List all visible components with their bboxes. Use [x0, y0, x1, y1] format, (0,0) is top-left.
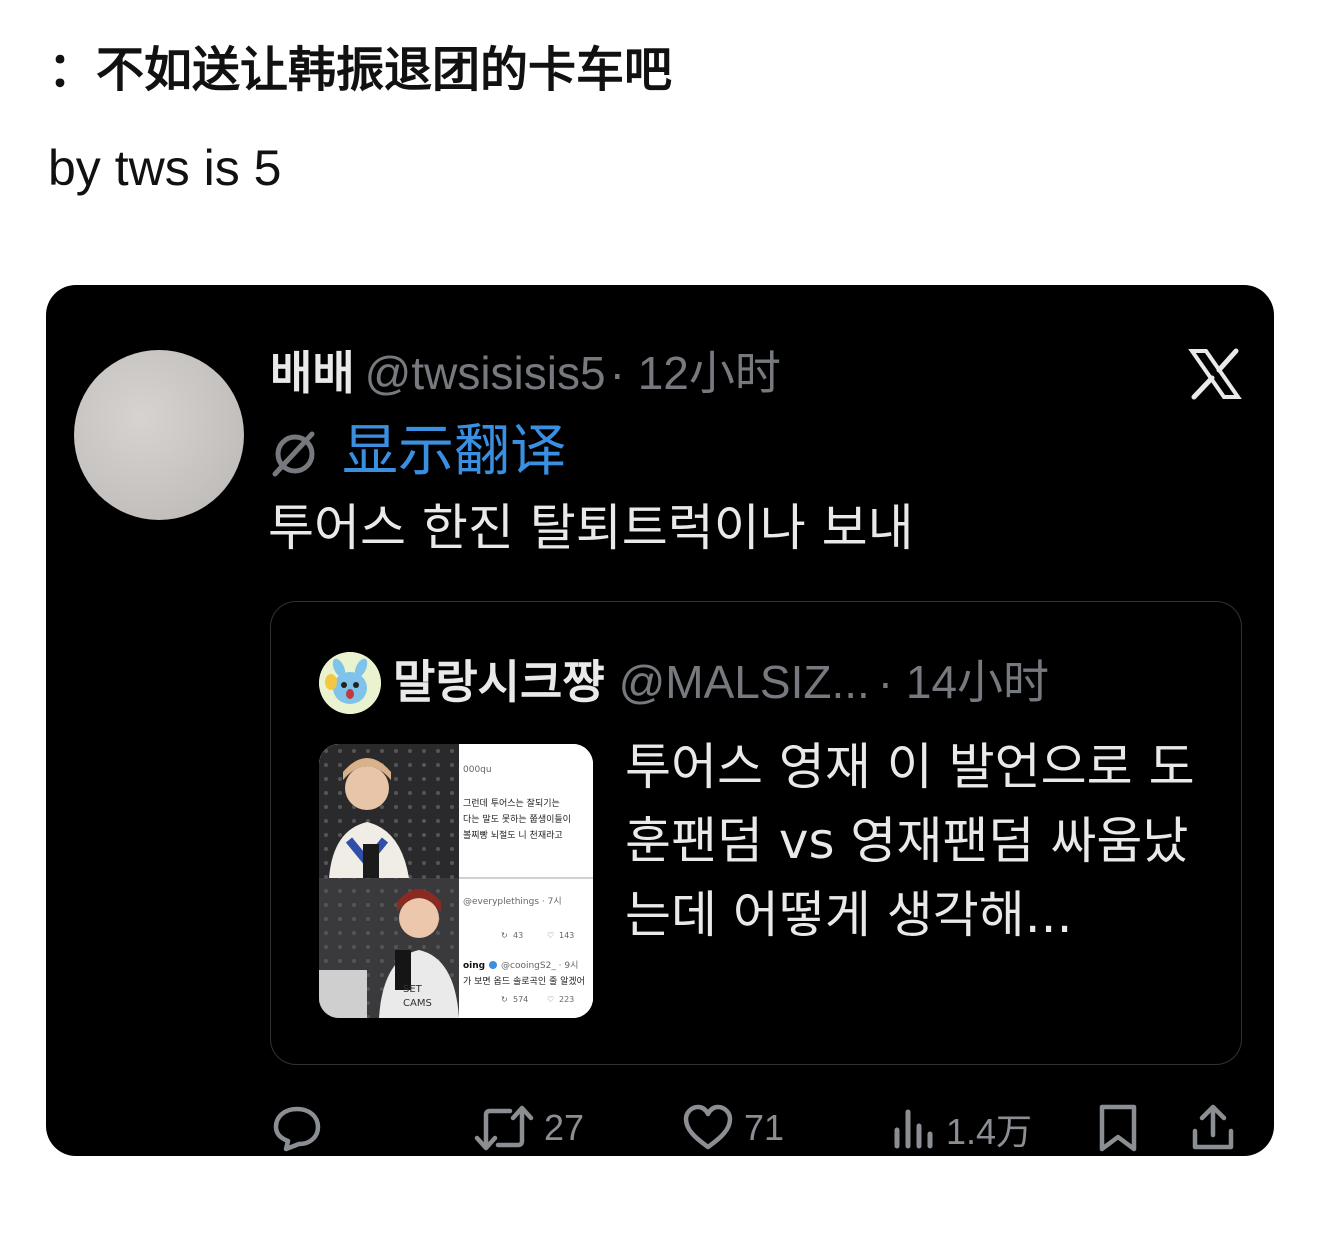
svg-text:143: 143: [559, 931, 574, 940]
tweet-header: 배배 @twsisisis5· 12小时: [270, 345, 781, 412]
svg-text:가 보면 옵드 솔로곡인 줄 알겠어: 가 보면 옵드 솔로곡인 줄 알겠어: [463, 976, 585, 987]
reply-button[interactable]: [272, 1103, 322, 1153]
timestamp[interactable]: · 12小时: [610, 347, 781, 399]
svg-text:43: 43: [513, 931, 523, 940]
quoted-handle[interactable]: @MALSIZ...: [619, 656, 870, 708]
quoted-media-thumbnail[interactable]: SET CAMS 000qu 그런데 투어스는 잘되기는 다는 말도 못하는 쭙…: [319, 744, 593, 1018]
svg-text:000qu: 000qu: [463, 765, 492, 775]
retweet-count: 27: [544, 1107, 585, 1148]
action-bar: 27 71 1.4万: [46, 1093, 1274, 1156]
post-caption: ：不如送让韩振退团的卡车吧: [48, 42, 673, 98]
show-translation-link[interactable]: 显示翻译: [342, 419, 566, 485]
svg-text:다는 말도 못하는 쭙생이들이: 다는 말도 못하는 쭙생이들이: [463, 813, 571, 825]
views-button[interactable]: 1.4万: [892, 1103, 1032, 1155]
svg-text:223: 223: [559, 995, 574, 1004]
x-logo-icon: [1188, 348, 1242, 400]
retweet-icon: [474, 1105, 534, 1151]
svg-text:oing: oing: [463, 961, 485, 971]
svg-text:♡: ♡: [547, 995, 554, 1004]
post-byline: by tws is 5: [48, 140, 282, 196]
heart-icon: [683, 1104, 733, 1150]
share-button[interactable]: [1190, 1103, 1236, 1153]
tweet-card: 배배 @twsisisis5· 12小时 显示翻译 투어스 한진 탈퇴트럭이나 보…: [46, 285, 1274, 1156]
svg-text:574: 574: [513, 995, 528, 1004]
svg-text:CAMS: CAMS: [403, 998, 432, 1009]
share-icon: [1192, 1104, 1234, 1150]
svg-text:@everyplethings · 7시: @everyplethings · 7시: [463, 896, 562, 907]
svg-text:♡: ♡: [547, 931, 554, 940]
svg-text:↻: ↻: [501, 995, 508, 1004]
bookmark-button[interactable]: [1096, 1103, 1140, 1153]
translate-row[interactable]: 显示翻译: [268, 417, 566, 487]
avatar[interactable]: [74, 350, 244, 520]
quoted-display-name[interactable]: 말랑시크쨩: [393, 655, 605, 709]
display-name[interactable]: 배배: [270, 346, 355, 400]
svg-text:↻: ↻: [501, 931, 508, 940]
svg-text:SET: SET: [403, 984, 423, 995]
quoted-avatar-icon: [319, 652, 381, 714]
quoted-tweet-text: 투어스 영재 이 발언으로 도훈팬덤 vs 영재팬덤 싸움났는데 어떻게 생각해…: [625, 738, 1195, 944]
quoted-avatar[interactable]: [319, 652, 381, 714]
like-count: 71: [744, 1107, 785, 1148]
tweet-text: 투어스 한진 탈퇴트럭이나 보내: [268, 499, 914, 557]
like-button[interactable]: 71: [682, 1103, 784, 1153]
svg-text:그런데 투어스는 잘되기는: 그런데 투어스는 잘되기는: [463, 797, 560, 809]
views-chart-icon: [894, 1109, 933, 1149]
quoted-media-image: SET CAMS 000qu 그런데 투어스는 잘되기는 다는 말도 못하는 쭙…: [319, 744, 593, 1018]
reply-icon: [273, 1106, 321, 1152]
user-handle[interactable]: @twsisisis5: [365, 347, 606, 399]
quoted-header: 말랑시크쨩 @MALSIZ... · 14小时: [393, 650, 1049, 725]
svg-text:@cooingS2_ · 9시: @cooingS2_ · 9시: [501, 960, 578, 971]
quoted-tweet[interactable]: 말랑시크쨩 @MALSIZ... · 14小时 SET CAMS 000qu 그…: [270, 601, 1242, 1065]
quoted-timestamp[interactable]: · 14小时: [878, 656, 1049, 708]
retweet-button[interactable]: 27: [474, 1103, 584, 1153]
bookmark-icon: [1099, 1104, 1137, 1152]
translate-globe-icon: [272, 431, 315, 477]
svg-text:볼찌빵 뇌절도 니 천재라고: 볼찌빵 뇌절도 니 천재라고: [463, 829, 563, 841]
views-count: 1.4万: [946, 1111, 1033, 1152]
